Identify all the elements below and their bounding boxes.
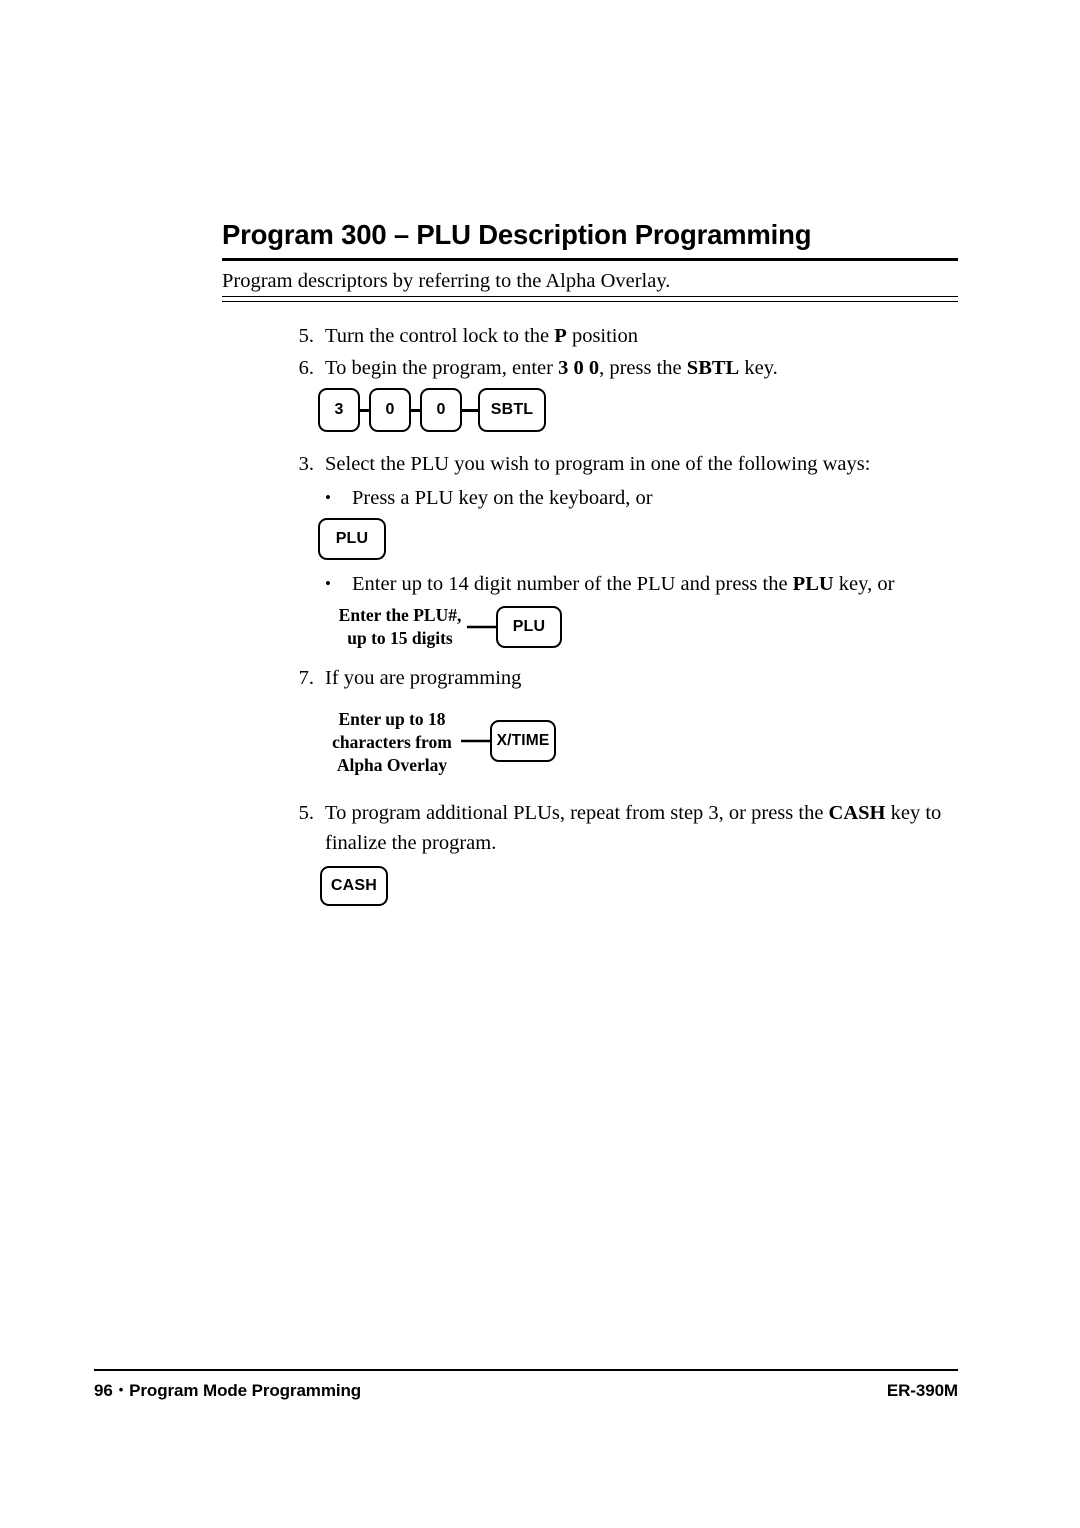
step-number: 7. [298, 667, 314, 689]
key-button-0-second[interactable]: 0 [420, 388, 462, 432]
key-button-plu-standalone[interactable]: PLU [318, 518, 386, 560]
footer-left-group: 96 • Program Mode Programming [94, 1381, 361, 1401]
plu-entry-caption: Enter the PLU#, up to 15 digits [338, 605, 462, 648]
key-button-0-first[interactable]: 0 [369, 388, 411, 432]
bullet-text-before: Enter up to 14 digit number of the PLU a… [352, 573, 793, 595]
alpha-overlay-caption: Enter up to 18 characters from Alpha Ove… [332, 709, 452, 775]
key-button-cash[interactable]: CASH [320, 866, 388, 906]
step-item-select-plu: 3. Select the PLU you wish to program in… [280, 450, 970, 478]
step-text: Select the PLU you wish to program in on… [325, 453, 871, 475]
footer-separator-icon: • [118, 1382, 124, 1397]
step-item-if-programming: 7. If you are programming [280, 664, 960, 692]
page-title: Program 300 – PLU Description Programmin… [222, 219, 812, 250]
step-text-after: position [566, 325, 639, 347]
bullet-text-bold: PLU [792, 573, 834, 595]
step-number: 3. [298, 453, 314, 475]
descriptor-divider-rule-lower [222, 300, 958, 302]
step-number: 6. [298, 357, 314, 379]
step-text-before: To program additional PLUs, repeat from … [325, 802, 829, 824]
title-divider-rule [222, 258, 958, 261]
bullet-text: Press a PLU key on the keyboard, or [352, 487, 653, 509]
step-text-bold: CASH [828, 802, 886, 824]
step-text-before: To begin the program, enter [325, 357, 559, 379]
key-button-xtime[interactable]: X/TIME [490, 720, 556, 762]
step-text-after: key. [739, 357, 778, 379]
bullet-text-after: key, or [833, 573, 895, 595]
step-text: Turn the control lock to the P position [325, 322, 960, 350]
step-text: To begin the program, enter 3 0 0, press… [325, 354, 960, 382]
footer-model-label: ER-390M [886, 1381, 958, 1400]
document-page: Program 300 – PLU Description Programmin… [0, 0, 1080, 1528]
bullet-dot-icon: • [325, 574, 331, 593]
step-text: To program additional PLUs, repeat from … [325, 798, 970, 858]
descriptor-text: Program descriptors by referring to the … [222, 270, 671, 292]
key-button-3[interactable]: 3 [318, 388, 360, 432]
step-text: If you are programming [325, 667, 522, 689]
bullet-item-enter-plu-number: • Enter up to 14 digit number of the PLU… [320, 570, 960, 598]
key-button-plu-entry[interactable]: PLU [496, 606, 562, 648]
step-item-control-lock: 5. Turn the control lock to the P positi… [280, 322, 960, 350]
footer-section-label: Program Mode Programming [129, 1381, 362, 1400]
footer-divider-rule [94, 1369, 958, 1372]
step-number: 5. [298, 325, 314, 347]
step-number: 5. [298, 802, 314, 824]
step-text-mid: , press the [599, 357, 687, 379]
bullet-text: Enter up to 14 digit number of the PLU a… [352, 570, 960, 598]
bullet-dot-icon: • [325, 488, 331, 507]
step-text-bold-2: SBTL [686, 357, 740, 379]
step-item-begin-program: 6. To begin the program, enter 3 0 0, pr… [280, 354, 960, 382]
footer-page-number: 96 [94, 1381, 113, 1400]
step-text-bold: P [554, 325, 567, 347]
step-text-before: Turn the control lock to the [325, 325, 555, 347]
bullet-item-press-plu-key: • Press a PLU key on the keyboard, or [320, 484, 960, 512]
step-item-finalize: 5. To program additional PLUs, repeat fr… [280, 798, 970, 858]
key-button-sbtl[interactable]: SBTL [478, 388, 546, 432]
descriptor-divider-rule-upper [222, 296, 958, 298]
step-text-bold: 3 0 0 [558, 357, 600, 379]
